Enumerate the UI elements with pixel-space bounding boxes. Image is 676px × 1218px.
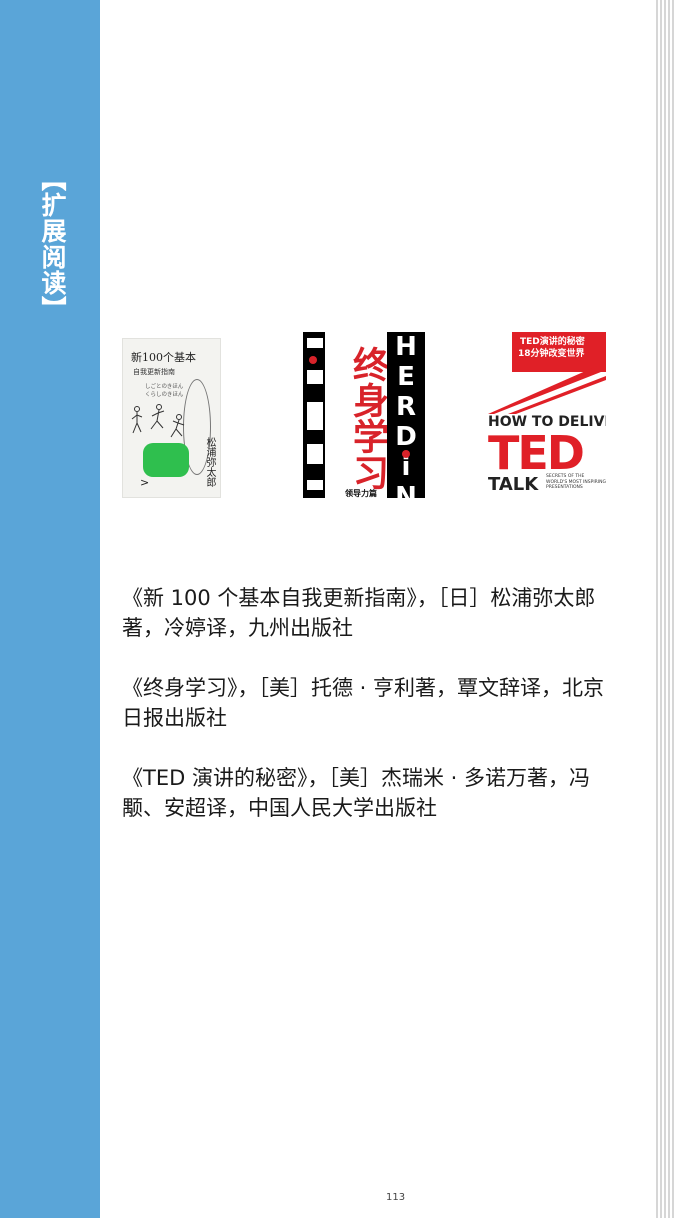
page-edge-lines	[654, 0, 676, 1218]
red-swoosh-graphic	[488, 362, 606, 414]
book-entry: 《新 100 个基本自我更新指南》，［日］松浦弥太郎著，冷婷译，九州出版社	[122, 586, 596, 640]
running-figures-illustration	[131, 404, 185, 438]
page-number: 113	[386, 1192, 406, 1203]
band-block	[307, 402, 323, 430]
red-dot	[309, 356, 317, 364]
band-block	[307, 370, 323, 384]
band-block	[307, 480, 323, 490]
book-entry: 《TED 演讲的秘密》，［美］杰瑞米 · 多诺万著，冯颙、安超译，中国人民大学出…	[122, 766, 590, 820]
book-entry: 《终身学习》，［美］托德 · 亨利著，覃文辞译，北京日报出版社	[122, 676, 605, 730]
reading-list: 《新 100 个基本自我更新指南》，［日］松浦弥太郎著，冷婷译，九州出版社 《终…	[122, 583, 622, 853]
band-block	[307, 444, 323, 464]
book-cover-lifelong-learning: 终身学习 领导力篇 HERDiN	[303, 332, 425, 498]
red-dot	[402, 450, 410, 458]
book-cover-ted-talks: TED演讲的秘密 18分钟改变世界 HOW TO DELIVER TED TAL…	[488, 332, 606, 498]
cover-line-talk: TALK	[488, 474, 539, 495]
section-title: 【扩展阅读】	[38, 166, 67, 322]
cover-subtitle: 自我更新指南	[133, 368, 175, 376]
cover-tagline: 领导力篇	[345, 489, 377, 498]
book-covers: 新100个基本 自我更新指南 しごとのきほん くらしのきほん 松浦弥太郎 > 终…	[100, 330, 640, 502]
cover-title: 终身学习	[347, 346, 388, 490]
cover-line-ted: TED	[488, 426, 585, 480]
cover-green-badge	[143, 443, 189, 477]
band-block	[307, 338, 323, 348]
cover-side-text: HERDiN	[391, 332, 421, 498]
sidebar-band: 【扩展阅读】	[0, 0, 100, 1218]
cover-author: 松浦弥太郎	[204, 437, 215, 487]
chevron-right-icon: >	[140, 476, 150, 489]
cover-small-text: SECRETS OF THE WORLD'S MOST INSPIRING PR…	[546, 474, 606, 490]
book-cover-new-100-basics: 新100个基本 自我更新指南 しごとのきほん くらしのきほん 松浦弥太郎 >	[122, 338, 221, 498]
cover-title: 新100个基本	[131, 351, 196, 364]
